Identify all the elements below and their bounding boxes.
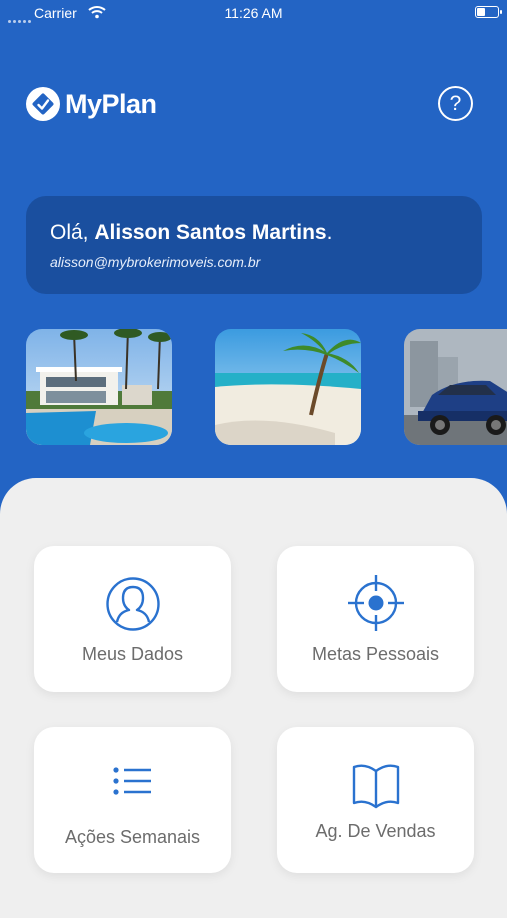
carousel-card-beach[interactable] xyxy=(215,329,361,445)
help-button[interactable]: ? xyxy=(438,86,473,121)
greeting-line: Olá, Alisson Santos Martins. xyxy=(50,221,332,245)
status-time: 11:26 AM xyxy=(224,5,283,21)
app-logo-text: MyPlan xyxy=(65,88,157,119)
meus-dados-label: Meus Dados xyxy=(81,644,184,664)
carousel-card-car[interactable] xyxy=(404,329,507,445)
ag-de-vendas-label: Ag. De Vendas xyxy=(315,821,436,841)
ag-de-vendas-button[interactable]: Ag. De Vendas xyxy=(277,727,474,873)
battery-icon xyxy=(475,6,502,18)
user-email: alisson@mybrokerimoveis.com.br xyxy=(50,254,261,270)
beach-image xyxy=(215,329,361,445)
carousel-card-house[interactable] xyxy=(26,329,172,445)
app-logo: MyPlan xyxy=(26,86,157,122)
acoes-semanais-button[interactable]: Ações Semanais xyxy=(34,727,231,873)
house-pool-image xyxy=(26,329,172,445)
acoes-semanais-label: Ações Semanais xyxy=(64,827,201,847)
user-name: Alisson Santos Martins xyxy=(94,221,327,244)
myplan-logo-icon xyxy=(26,87,60,121)
list-icon xyxy=(34,767,231,803)
car-image xyxy=(404,329,507,445)
target-icon xyxy=(277,574,474,632)
book-icon xyxy=(277,761,474,809)
metas-pessoais-label: Metas Pessoais xyxy=(311,644,440,664)
greeting-salutation: Olá, xyxy=(50,221,89,244)
meus-dados-button[interactable]: Meus Dados xyxy=(34,546,231,692)
menu-panel: Meus Dados Metas Pessoais Ações Semanais… xyxy=(0,478,507,918)
status-bar: Carrier 11:26 AM xyxy=(0,0,507,28)
metas-pessoais-button[interactable]: Metas Pessoais xyxy=(277,546,474,692)
greeting-card: Olá, Alisson Santos Martins. alisson@myb… xyxy=(26,196,482,294)
user-icon xyxy=(34,576,231,632)
greeting-suffix: . xyxy=(326,221,333,244)
